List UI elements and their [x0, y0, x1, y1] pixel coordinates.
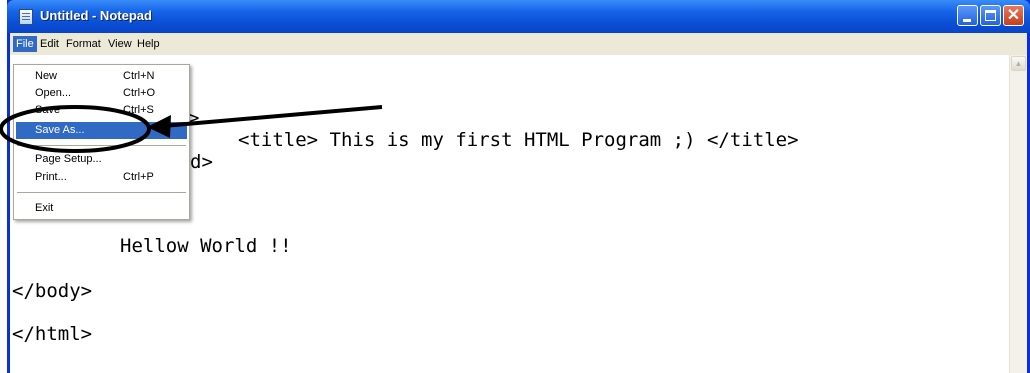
- menu-item-page-setup[interactable]: Page Setup...: [16, 151, 187, 168]
- code-line-head-close: d>: [190, 151, 213, 173]
- menu-item-save-as[interactable]: Save As...: [16, 122, 187, 139]
- menu-item-exit[interactable]: Exit: [16, 200, 187, 217]
- menu-item-new[interactable]: New Ctrl+N: [16, 68, 187, 85]
- minimize-icon: [963, 19, 971, 22]
- scroll-up-arrow-icon[interactable]: ▲: [1011, 56, 1026, 71]
- menu-edit[interactable]: Edit: [37, 36, 62, 52]
- menu-item-open[interactable]: Open... Ctrl+O: [16, 85, 187, 102]
- window-title: Untitled - Notepad: [40, 8, 152, 23]
- code-line-title: <title> This is my first HTML Program ;)…: [238, 129, 799, 151]
- menu-separator: [17, 192, 186, 193]
- title-bar[interactable]: Untitled - Notepad ✕: [7, 0, 1030, 33]
- code-line-html-close: </html>: [12, 323, 93, 345]
- menu-view[interactable]: View: [105, 36, 135, 52]
- notepad-icon: [19, 9, 33, 25]
- vertical-scrollbar[interactable]: ▲: [1009, 55, 1027, 373]
- menu-format[interactable]: Format: [63, 36, 104, 52]
- close-button[interactable]: ✕: [1003, 5, 1024, 26]
- minimize-button[interactable]: [957, 5, 978, 26]
- maximize-button[interactable]: [980, 5, 1001, 26]
- menu-help[interactable]: Help: [134, 36, 163, 52]
- maximize-icon: [985, 10, 996, 21]
- close-icon: ✕: [1006, 7, 1021, 24]
- menu-bar: File Edit Format View Help: [10, 33, 1027, 55]
- menu-item-print[interactable]: Print... Ctrl+P: [16, 169, 187, 186]
- file-menu-dropdown: New Ctrl+N Open... Ctrl+O Save Ctrl+S Sa…: [13, 64, 190, 220]
- menu-separator: [17, 145, 186, 146]
- code-line-body-text: Hellow World !!: [120, 235, 292, 257]
- menu-item-save[interactable]: Save Ctrl+S: [16, 102, 187, 119]
- menu-file[interactable]: File: [13, 36, 37, 52]
- code-line-body-close: </body>: [12, 280, 93, 302]
